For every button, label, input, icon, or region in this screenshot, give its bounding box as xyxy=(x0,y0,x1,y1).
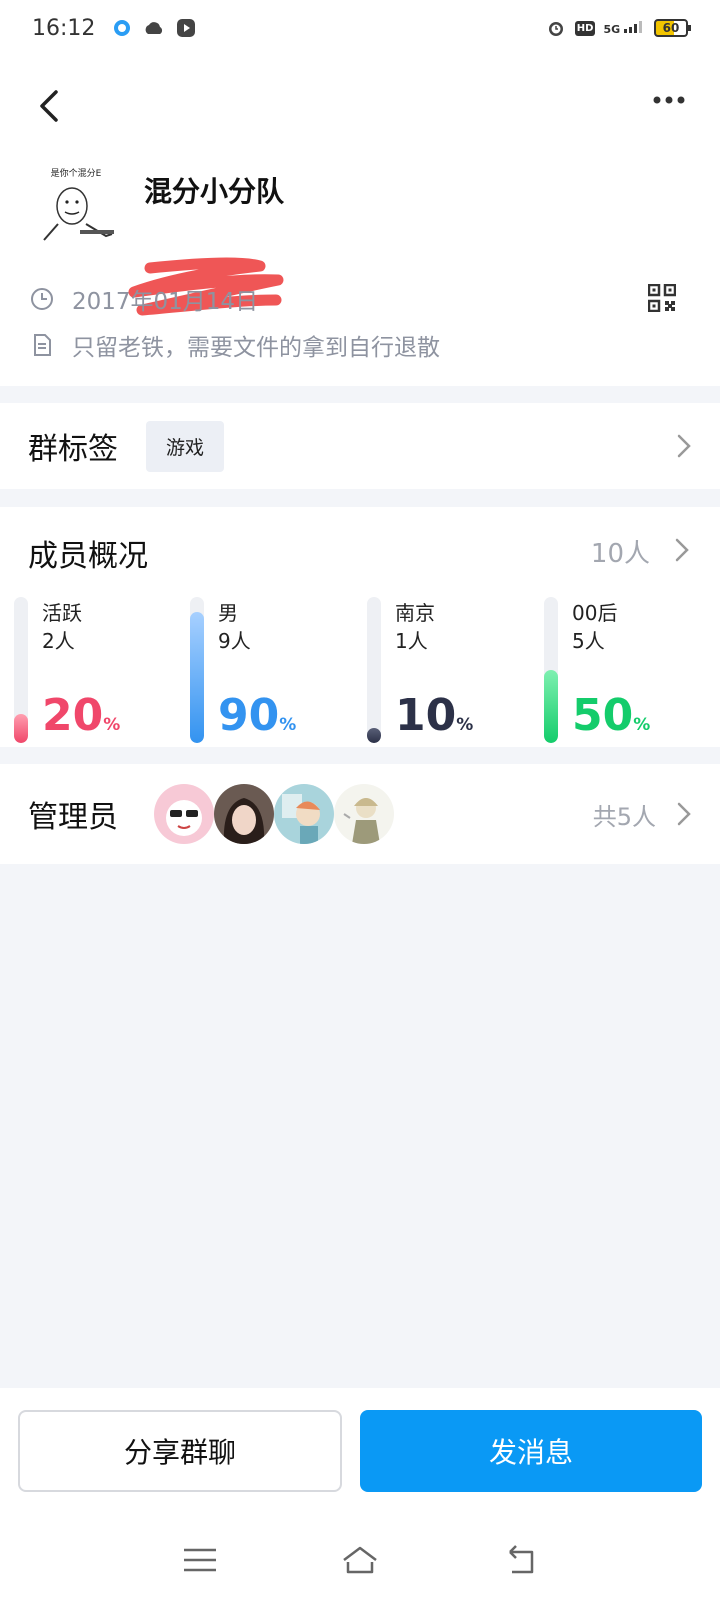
stat-label: 南京 xyxy=(395,601,435,625)
chevron-right-icon xyxy=(677,434,691,458)
stat-count: 5人 xyxy=(572,629,605,653)
admin-avatar[interactable] xyxy=(154,784,214,844)
stat-percent-sign: % xyxy=(279,715,297,735)
stat-percent: 90% xyxy=(218,691,296,750)
group-description: 只留老铁，需要文件的拿到自行退散 xyxy=(72,335,440,361)
stat-percent-value: 90 xyxy=(218,690,280,741)
media-play-icon xyxy=(175,17,197,39)
status-time: 16:12 xyxy=(32,15,96,41)
member-stat: 男 9人 90% xyxy=(190,597,360,747)
hd-badge: HD xyxy=(574,20,596,36)
description-row: 只留老铁，需要文件的拿到自行退散 xyxy=(30,328,440,362)
stat-percent: 20% xyxy=(42,691,120,750)
admin-avatar[interactable] xyxy=(334,784,394,844)
member-stat: 活跃 2人 20% xyxy=(14,597,184,747)
members-overview[interactable]: 成员概况 10人 活跃 2人 20% 男 9人 90% 南京 1人 10% 00后 5人 50% xyxy=(0,507,720,747)
stat-bar-fill xyxy=(190,612,204,743)
stat-percent-sign: % xyxy=(456,715,474,735)
battery-icon: 60 xyxy=(654,19,691,37)
stat-label: 男 xyxy=(218,601,238,625)
stat-count: 9人 xyxy=(218,629,251,653)
admins-count: 共5人 xyxy=(592,802,656,831)
document-icon xyxy=(34,334,51,356)
tag-chip: 游戏 xyxy=(146,420,225,472)
stat-bar-fill xyxy=(14,714,28,743)
stat-bar-track xyxy=(544,597,558,743)
avatar-caption: 是你个混分E xyxy=(51,167,102,179)
admins-row[interactable]: 管理员 共5人 xyxy=(0,764,720,864)
qr-code-icon[interactable] xyxy=(648,284,676,312)
stat-bar-fill xyxy=(544,670,558,743)
stat-percent: 10% xyxy=(395,691,473,750)
menu-icon[interactable] xyxy=(180,1540,220,1580)
home-icon[interactable] xyxy=(340,1540,380,1580)
admin-avatar[interactable] xyxy=(274,784,334,844)
group-name: 混分小分队 xyxy=(144,175,285,208)
battery-level: 60 xyxy=(662,21,680,35)
back-nav-icon[interactable] xyxy=(500,1540,540,1580)
stat-bar-track xyxy=(14,597,28,743)
admin-avatar[interactable] xyxy=(214,784,274,844)
chevron-right-icon xyxy=(675,538,689,562)
stat-percent: 50% xyxy=(572,691,650,750)
created-date-row: 2017年01月14日 xyxy=(30,282,258,316)
stat-bar-track xyxy=(190,597,204,743)
admins-title: 管理员 xyxy=(28,800,118,835)
alarm-icon xyxy=(545,17,567,39)
group-avatar[interactable]: 是你个混分E xyxy=(34,164,118,248)
stat-percent-sign: % xyxy=(103,715,121,735)
stat-label: 活跃 xyxy=(42,601,82,625)
more-options-icon[interactable] xyxy=(652,92,686,108)
tags-title: 群标签 xyxy=(28,432,118,467)
stat-count: 2人 xyxy=(42,629,75,653)
status-bar: 16:12 HD 5G 60 xyxy=(0,0,720,56)
group-header: 是你个混分E 混分小分队 2017年01月14日 只留老铁，需要文件的拿到自行退… xyxy=(0,56,720,386)
stat-percent-sign: % xyxy=(633,715,651,735)
member-stat: 南京 1人 10% xyxy=(367,597,537,747)
stat-percent-value: 10 xyxy=(395,690,457,741)
chevron-right-icon xyxy=(677,802,691,826)
member-stat: 00后 5人 50% xyxy=(544,597,714,747)
members-count: 10人 xyxy=(590,539,650,569)
app-notification-icon xyxy=(111,17,133,39)
stat-percent-value: 50 xyxy=(572,690,634,741)
stat-count: 1人 xyxy=(395,629,428,653)
created-date: 2017年01月14日 xyxy=(72,289,259,315)
network-type: 5G xyxy=(603,23,621,36)
clock-icon xyxy=(31,288,53,310)
stat-bar-fill xyxy=(367,728,381,743)
weather-cloud-icon xyxy=(143,17,165,39)
share-group-button[interactable]: 分享群聊 xyxy=(18,1410,342,1492)
group-tags-row[interactable]: 群标签 游戏 xyxy=(0,403,720,489)
members-title: 成员概况 xyxy=(28,539,148,574)
stat-percent-value: 20 xyxy=(42,690,104,741)
action-bar: 分享群聊 发消息 xyxy=(0,1388,720,1520)
stat-label: 00后 xyxy=(572,601,618,625)
send-message-button[interactable]: 发消息 xyxy=(360,1410,702,1492)
stat-bar-track xyxy=(367,597,381,743)
back-icon[interactable] xyxy=(34,86,66,126)
admin-avatars xyxy=(154,784,394,844)
system-nav-bar xyxy=(0,1520,720,1600)
signal-icon: 5G xyxy=(603,21,646,35)
